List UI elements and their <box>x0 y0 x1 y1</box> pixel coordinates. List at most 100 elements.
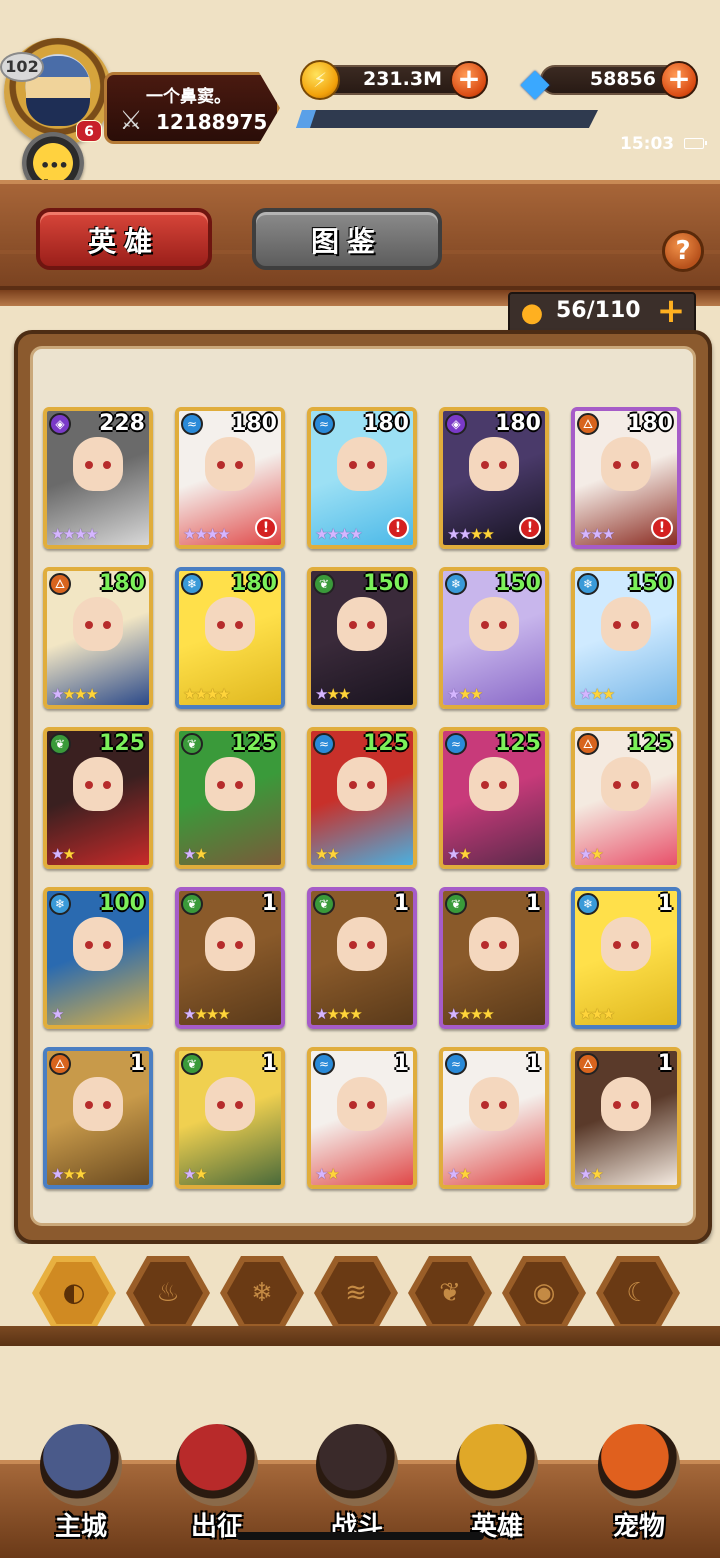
star-icon: ★ <box>601 1005 616 1023</box>
hero-card[interactable]: 🜂 1 ★★★ <box>43 1047 153 1189</box>
fire-element-icon: ♨ <box>133 1262 203 1324</box>
nav-pet[interactable]: 宠物 <box>584 1410 694 1550</box>
hero-eye <box>103 461 111 469</box>
hero-card[interactable]: ❦ 125 ★★ <box>43 727 153 869</box>
hero-card[interactable]: ❦ 1 ★★ <box>175 1047 285 1189</box>
earth-element-icon: ❦ <box>313 573 335 595</box>
hero-card[interactable]: ≈180 ★★★★! <box>307 407 417 549</box>
hero-card[interactable]: ❄ 150 ★★★ <box>439 567 549 709</box>
hero-card[interactable]: ❦ 1 ★★★★ <box>307 887 417 1029</box>
star-icon: ★ <box>85 525 99 543</box>
hero-card[interactable]: ≈1 ★★ <box>307 1047 417 1189</box>
nav-battle[interactable]: 战斗 <box>302 1410 412 1550</box>
star-icon: ★ <box>447 1005 461 1023</box>
star-icon: ★ <box>326 1005 340 1023</box>
star-icon: ★ <box>481 1005 495 1023</box>
star-icon: ★ <box>447 845 461 863</box>
hero-card[interactable]: ≈1 ★★ <box>439 1047 549 1189</box>
alert-icon: ! <box>651 517 673 539</box>
hero-stars: ★★★ <box>579 525 615 543</box>
tab-codex[interactable]: 图鉴 <box>252 208 442 270</box>
hero-card[interactable]: ≈125 ★★ <box>307 727 417 869</box>
hero-eye <box>103 1101 111 1109</box>
add-gold-button[interactable]: + <box>450 61 488 99</box>
star-icon: ★ <box>62 685 76 703</box>
hero-card[interactable]: 🜂 180 ★★★★ <box>43 567 153 709</box>
ice-element-icon: ❄ <box>181 573 203 595</box>
hero-eye <box>235 941 243 949</box>
gem-amount: 58856 <box>589 68 656 90</box>
hero-eye <box>631 461 639 469</box>
hero-card[interactable]: ❄ 150 ★★★ <box>571 567 681 709</box>
hero-eye <box>367 941 375 949</box>
hero-card[interactable]: ❦ 125 ★★ <box>175 727 285 869</box>
hero-card[interactable]: ◈ 180 ★★★★! <box>439 407 549 549</box>
star-icon: ★ <box>579 1165 593 1183</box>
fire-element-icon: 🜂 <box>577 733 599 755</box>
tab-heroes[interactable]: 英雄 <box>36 208 212 270</box>
hero-eye <box>631 1101 639 1109</box>
star-icon: ★ <box>458 1005 472 1023</box>
fire-element-icon: 🜂 <box>577 413 599 435</box>
hero-card[interactable]: ❄ 1 ★★★ <box>571 887 681 1029</box>
star-icon: ★ <box>217 1005 231 1023</box>
clock: 15:03 <box>620 134 675 154</box>
star-icon: ★ <box>447 1165 461 1183</box>
nav-castle[interactable]: 主城 <box>26 1410 136 1550</box>
star-icon: ★ <box>183 1005 197 1023</box>
ice-element-icon: ❄ <box>445 573 467 595</box>
star-icon: ★ <box>447 525 461 543</box>
hero-card[interactable]: ◈ 228 ★★★★ <box>43 407 153 549</box>
hero-card[interactable]: ❄ 100 ★ <box>43 887 153 1029</box>
gold-amount: 231.3M <box>362 68 442 90</box>
hero-eye <box>217 1101 225 1109</box>
hero-face <box>205 757 255 811</box>
hero-eye <box>349 941 357 949</box>
hero-stars: ★★ <box>447 845 472 863</box>
hero-face <box>337 597 387 651</box>
nav-hero[interactable]: 英雄 <box>442 1410 552 1550</box>
hero-face <box>73 1077 123 1131</box>
player-name: 一个鼻窦。 <box>146 87 231 107</box>
hero-card[interactable]: 🜂 125 ★★ <box>571 727 681 869</box>
hero-eye <box>613 621 621 629</box>
nav-expedition[interactable]: 出征 <box>162 1410 272 1550</box>
hero-eye <box>613 941 621 949</box>
hero-card[interactable]: ❦ 150 ★★★ <box>307 567 417 709</box>
hero-card[interactable]: ≈125 ★★ <box>439 727 549 869</box>
help-button[interactable]: ? <box>662 230 704 272</box>
hero-card[interactable]: 🜂 180 ★★★! <box>571 407 681 549</box>
expand-capacity-button[interactable]: + <box>654 294 688 330</box>
star-icon: ★ <box>205 1005 220 1023</box>
hero-card[interactable]: ❦ 1 ★★★★ <box>175 887 285 1029</box>
hero-card[interactable]: ❄ 180 ★★★★ <box>175 567 285 709</box>
earth-element-icon: ❦ <box>181 1053 203 1075</box>
hero-card[interactable]: 🜂 1 ★★ <box>571 1047 681 1189</box>
alert-icon: ! <box>255 517 277 539</box>
ice-element-icon: ❄ <box>49 893 71 915</box>
star-icon: ★ <box>326 1165 340 1183</box>
hero-level: 180 <box>231 411 277 436</box>
hero-face <box>205 597 255 651</box>
water-element-icon: ≋ <box>321 1262 391 1324</box>
hero-eye <box>499 1101 507 1109</box>
hero-card[interactable]: ❦ 1 ★★★★ <box>439 887 549 1029</box>
star-icon: ★ <box>62 525 76 543</box>
hero-face <box>601 597 651 651</box>
hero-stars: ★★★★ <box>315 1005 363 1023</box>
hero-card[interactable]: ≈180 ★★★★! <box>175 407 285 549</box>
star-icon: ★ <box>183 685 197 703</box>
alert-icon: ! <box>387 517 409 539</box>
add-gems-button[interactable]: + <box>660 61 698 99</box>
star-icon: ★ <box>458 525 472 543</box>
vip-badge: 6 <box>76 120 102 142</box>
star-icon: ★ <box>349 1005 363 1023</box>
hero-level: 1 <box>261 891 277 916</box>
player-level-badge: 102 <box>0 52 44 82</box>
star-icon: ★ <box>73 1165 88 1183</box>
hero-level: 125 <box>363 731 409 756</box>
star-icon: ★ <box>349 525 363 543</box>
hero-face <box>601 757 651 811</box>
hero-eye <box>85 941 93 949</box>
hero-eye <box>499 461 507 469</box>
